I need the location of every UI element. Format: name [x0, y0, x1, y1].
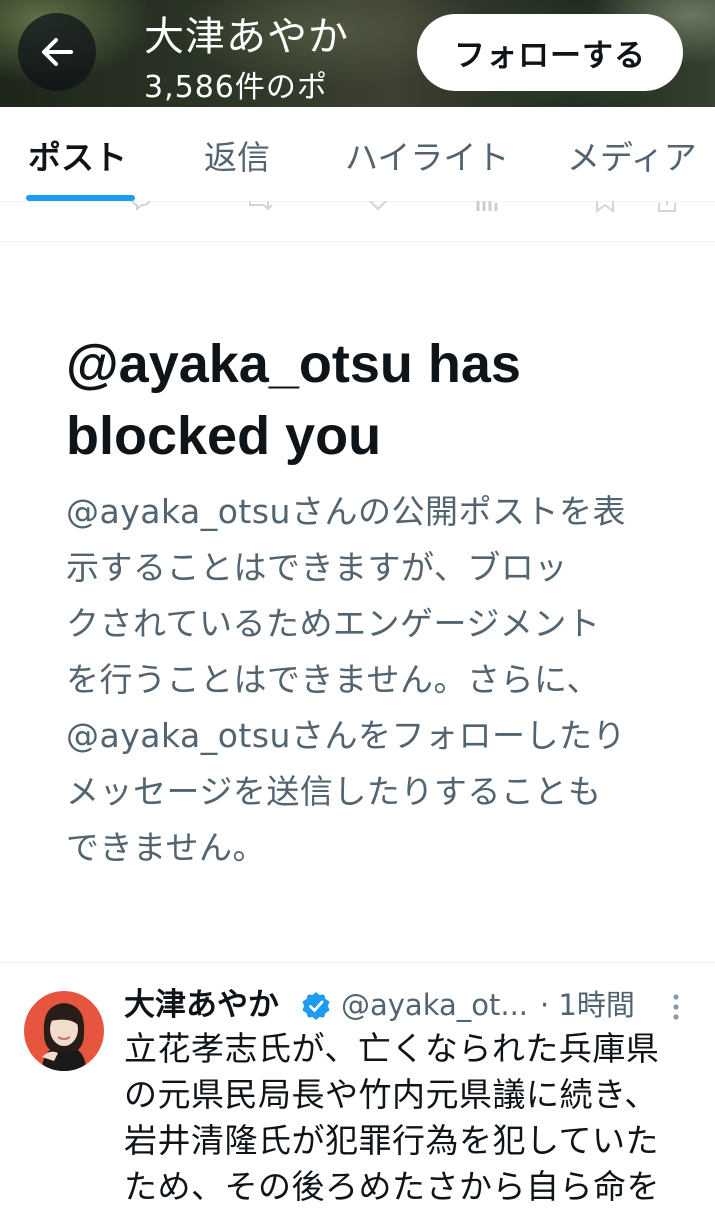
- back-button[interactable]: [18, 13, 96, 91]
- blocked-body-line: を行うことはできません。さらに、: [66, 660, 601, 699]
- blocked-notice-body: @ayaka_otsuさんの公開ポストを表 示することはできますが、ブロッ クさ…: [66, 484, 626, 876]
- profile-tabs: ポスト 返信 ハイライト メディア: [0, 107, 715, 202]
- post-timestamp[interactable]: · 1時間: [540, 984, 635, 1026]
- previous-post-actions: [0, 201, 715, 242]
- post-author-name[interactable]: 大津あやか: [124, 984, 279, 1026]
- post-count-subtitle: 3,586件のポ: [144, 70, 328, 105]
- blocked-body-line: 示することはできますが、ブロッ: [66, 548, 568, 587]
- reply-icon: [131, 201, 151, 212]
- post-text-line: 岩井清隆氏が犯罪行為を犯していた: [124, 1121, 660, 1160]
- blocked-body-line: @ayaka_otsuさんをフォローしたり: [66, 716, 626, 755]
- share-icon: [658, 201, 676, 212]
- divider: [0, 962, 715, 963]
- avatar[interactable]: [24, 991, 104, 1071]
- blocked-notice-title: @ayaka_otsu has blocked you: [66, 328, 666, 472]
- views-icon: [476, 201, 498, 211]
- arrow-left-icon: [42, 38, 73, 66]
- verified-badge-icon: [302, 992, 330, 1020]
- blocked-body-line: メッセージを送信したりすることも: [66, 772, 602, 811]
- post-text-line: ため、その後ろめたさから自ら命を: [124, 1167, 660, 1206]
- follow-button[interactable]: フォローする: [417, 14, 683, 91]
- post-text-line: 立花孝志氏が、亡くなられた兵庫県: [124, 1029, 660, 1068]
- blocked-title-line: @ayaka_otsu has: [66, 334, 521, 394]
- profile-name-title: 大津あやか: [144, 14, 349, 60]
- blocked-body-line: @ayaka_otsuさんの公開ポストを表: [66, 492, 626, 531]
- bookmark-icon: [596, 201, 614, 213]
- post-body-text[interactable]: 立花孝志氏が、亡くなられた兵庫県 の元県民局長や竹内元県議に続き、 岩井清隆氏が…: [124, 1026, 684, 1210]
- tab-highlights[interactable]: ハイライト: [345, 137, 509, 179]
- like-icon: [368, 201, 388, 211]
- blocked-body-line: できません。: [66, 828, 267, 867]
- profile-header: 大津あやか 3,586件のポ フォローする: [0, 0, 715, 107]
- tab-replies[interactable]: 返信: [204, 137, 270, 179]
- repost-icon: [249, 201, 273, 211]
- blocked-title-line: blocked you: [66, 406, 382, 466]
- post-text-line: の元県民局長や竹内元県議に続き、: [124, 1075, 658, 1114]
- post-author-handle[interactable]: @ayaka_ot...: [341, 984, 528, 1026]
- more-options-icon[interactable]: [664, 992, 688, 1022]
- tab-posts[interactable]: ポスト: [28, 137, 127, 179]
- blocked-body-line: クされているためエンゲージメント: [66, 604, 601, 643]
- tab-media[interactable]: メディア: [567, 137, 697, 179]
